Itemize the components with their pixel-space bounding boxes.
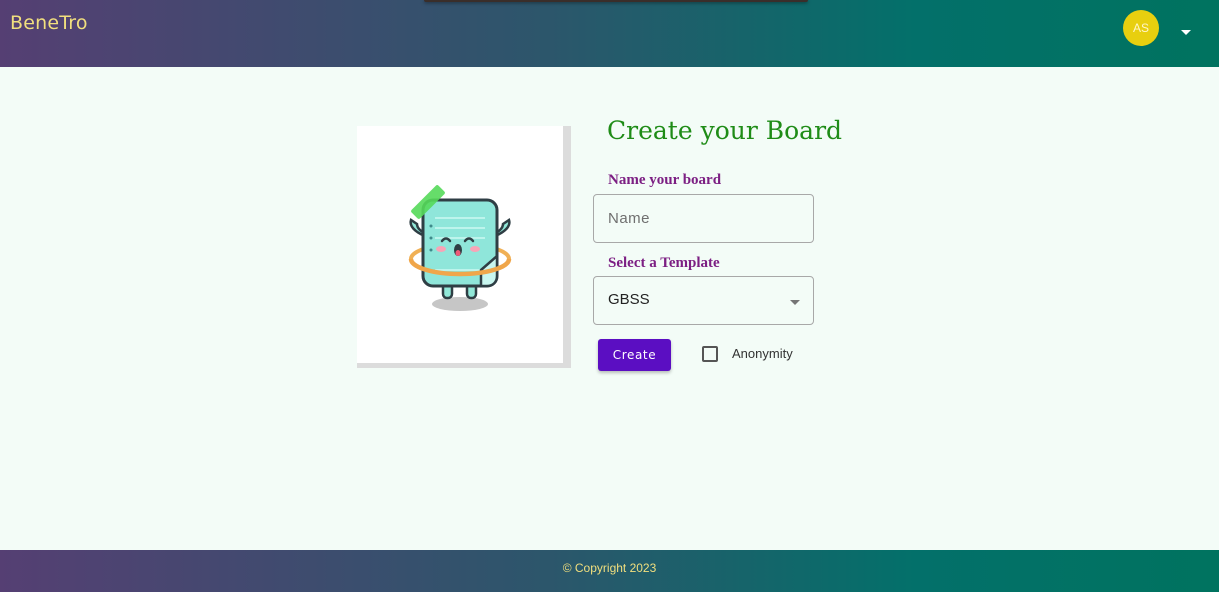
- template-select[interactable]: GBSS: [593, 276, 814, 325]
- user-avatar[interactable]: AS: [1123, 10, 1159, 46]
- anonymity-label[interactable]: Anonymity: [732, 346, 793, 361]
- name-field-label: Name your board: [608, 172, 722, 188]
- popup-edge: [424, 0, 808, 2]
- caret-down-icon[interactable]: [1181, 30, 1191, 35]
- anonymity-checkbox[interactable]: [702, 346, 718, 362]
- footer: © Copyright 2023: [0, 550, 1219, 592]
- template-selected-value: GBSS: [608, 291, 650, 308]
- hula-hoop-paper-mascot-icon: [408, 185, 512, 311]
- top-app-bar: BeneTro AS: [0, 0, 1219, 67]
- copyright-text: © Copyright 2023: [562, 561, 657, 575]
- board-illustration: [357, 126, 571, 368]
- brand-logo-text[interactable]: BeneTro: [10, 12, 88, 34]
- page-title: Create your Board: [607, 116, 843, 145]
- template-field-label: Select a Template: [608, 255, 720, 271]
- dropdown-arrow-icon[interactable]: [790, 300, 800, 305]
- create-button[interactable]: Create: [598, 339, 671, 371]
- board-name-input[interactable]: [593, 194, 814, 243]
